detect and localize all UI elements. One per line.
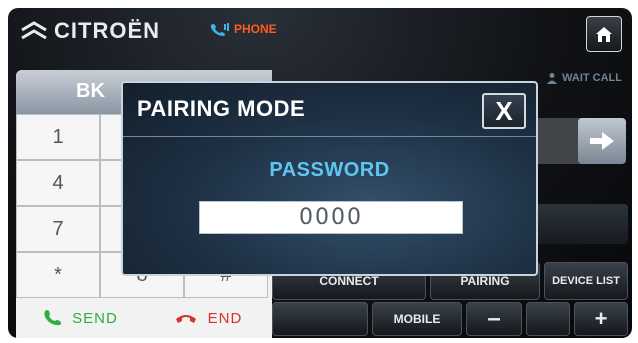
top-bar: CITROËN PHONE xyxy=(8,8,632,58)
plus-button[interactable]: + xyxy=(574,302,628,336)
end-button[interactable]: END xyxy=(144,298,272,338)
key-7[interactable]: 7 xyxy=(16,206,100,252)
phone-icon xyxy=(210,23,229,36)
pairing-label: PAIRING xyxy=(460,274,510,288)
mobile-button[interactable]: MOBILE xyxy=(372,302,462,336)
citroen-chevrons-icon xyxy=(21,21,47,40)
infotainment-screen: CITROËN PHONE BK 1 4 7 * 8 # xyxy=(8,8,632,338)
volume-row: MOBILE – + xyxy=(272,302,628,336)
home-icon xyxy=(596,27,612,42)
blank-button[interactable] xyxy=(272,302,368,336)
minus-button[interactable]: – xyxy=(466,302,522,336)
wait-call-label: WAIT CALL xyxy=(562,72,622,84)
send-label: SEND xyxy=(72,309,118,327)
person-icon xyxy=(547,73,558,84)
key-star[interactable]: * xyxy=(16,252,100,298)
key-4[interactable]: 4 xyxy=(16,160,100,206)
minus-label: – xyxy=(487,305,501,332)
device-list-button[interactable]: DEVICE LIST xyxy=(544,262,628,300)
plus-label: + xyxy=(594,306,608,331)
send-button[interactable]: SEND xyxy=(16,298,144,338)
close-icon: X xyxy=(495,95,513,126)
send-phone-icon xyxy=(44,310,62,326)
home-button[interactable] xyxy=(586,16,622,52)
phone-mode-indicator: PHONE xyxy=(208,22,277,36)
key-4-label: 4 xyxy=(52,171,64,194)
wait-call-indicator: WAIT CALL xyxy=(546,72,622,84)
key-star-label: * xyxy=(54,263,62,286)
key-7-label: 7 xyxy=(52,217,64,240)
dialog-title: PAIRING MODE xyxy=(137,96,306,121)
arrow-right-icon xyxy=(590,132,614,150)
brand-name: CITROËN xyxy=(54,18,160,43)
connect-label: CONNECT xyxy=(319,274,379,288)
password-label: PASSWORD xyxy=(269,159,390,181)
key-1[interactable]: 1 xyxy=(16,114,100,160)
end-phone-icon xyxy=(175,315,196,323)
device-list-label: DEVICE LIST xyxy=(552,275,620,287)
password-field[interactable]: 0000 xyxy=(199,201,463,234)
close-button[interactable]: X xyxy=(482,93,526,129)
level-display xyxy=(526,302,570,336)
mobile-label: MOBILE xyxy=(393,312,441,326)
dialog-divider xyxy=(123,136,536,137)
backspace-label: BK xyxy=(76,80,105,102)
forward-button[interactable] xyxy=(578,118,626,164)
pairing-mode-dialog: PAIRING MODE X PASSWORD 0000 xyxy=(121,81,538,276)
key-1-label: 1 xyxy=(52,125,64,148)
end-label: END xyxy=(207,309,243,327)
mode-label: PHONE xyxy=(234,22,277,36)
password-value: 0000 xyxy=(299,205,363,230)
brand-logo: CITROËN xyxy=(20,18,160,44)
